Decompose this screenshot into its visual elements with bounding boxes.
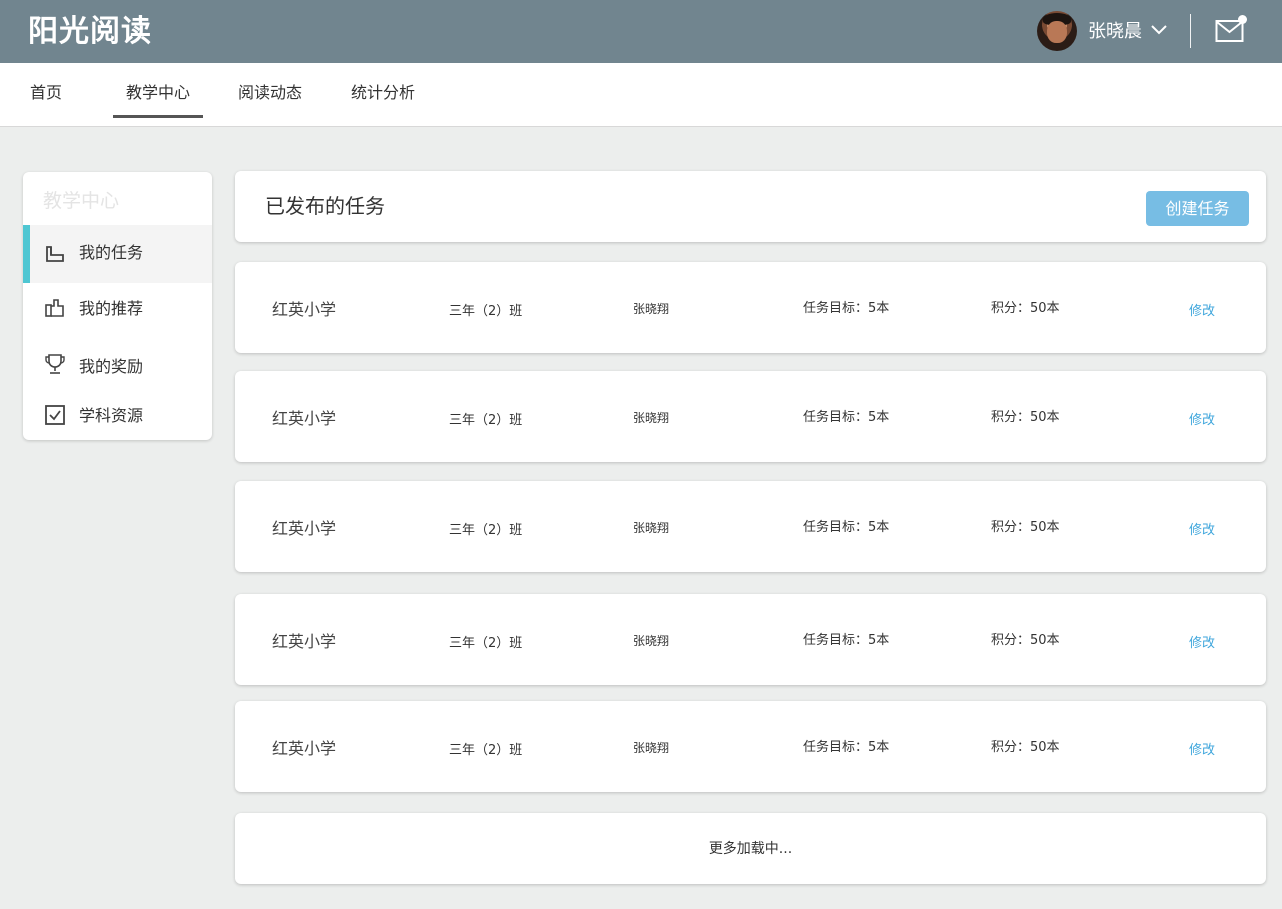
- notification-dot: [1238, 15, 1247, 24]
- create-task-button[interactable]: 创建任务: [1146, 191, 1249, 226]
- task-target: 任务目标：5本: [803, 633, 890, 648]
- edit-task-link[interactable]: 修改: [1189, 411, 1215, 431]
- load-more-text: 更多加载中...: [708, 841, 793, 857]
- task-teacher: 张晓翔: [633, 634, 670, 648]
- sidebar-title: 教学中心: [43, 190, 120, 212]
- task-target: 任务目标：5本: [803, 410, 890, 425]
- sidebar-item-label: 我的奖励: [79, 357, 144, 376]
- checkbox-icon: [45, 405, 65, 425]
- sidebar-item-label: 我的推荐: [79, 299, 144, 318]
- load-more-panel[interactable]: 更多加载中...: [235, 813, 1266, 884]
- task-school: 红英小学: [272, 300, 337, 319]
- user-name[interactable]: 张晓晨: [1088, 20, 1142, 44]
- edit-task-link[interactable]: 修改: [1189, 302, 1215, 322]
- task-class: 三年（2）班: [449, 304, 523, 319]
- nav-statistics[interactable]: 统计分析: [351, 81, 415, 105]
- task-points: 积分：50本: [991, 301, 1060, 316]
- task-class: 三年（2）班: [449, 636, 523, 651]
- thumbs-up-icon: [45, 299, 64, 317]
- app-logo[interactable]: 阳光阅读: [28, 12, 152, 52]
- nav-active-indicator: [113, 115, 203, 118]
- sidebar-item-label: 学科资源: [79, 406, 144, 425]
- trophy-icon: [45, 354, 65, 374]
- sidebar-item-my-tasks[interactable]: 我的任务: [23, 225, 212, 283]
- chevron-down-icon[interactable]: [1150, 24, 1168, 36]
- edit-task-link[interactable]: 修改: [1189, 521, 1215, 541]
- nav-home[interactable]: 首页: [30, 81, 62, 105]
- user-avatar[interactable]: [1037, 11, 1077, 51]
- page-title: 已发布的任务: [265, 194, 385, 218]
- task-teacher: 张晓翔: [633, 411, 670, 425]
- task-class: 三年（2）班: [449, 523, 523, 538]
- task-row: 红英小学 三年（2）班 张晓翔 任务目标：5本 积分：50本 修改: [235, 262, 1266, 353]
- task-class: 三年（2）班: [449, 413, 523, 428]
- task-school: 红英小学: [272, 632, 337, 651]
- task-class: 三年（2）班: [449, 743, 523, 758]
- task-row: 红英小学 三年（2）班 张晓翔 任务目标：5本 积分：50本 修改: [235, 371, 1266, 462]
- task-school: 红英小学: [272, 409, 337, 428]
- edit-task-link[interactable]: 修改: [1189, 634, 1215, 654]
- task-school: 红英小学: [272, 519, 337, 538]
- task-points: 积分：50本: [991, 520, 1060, 535]
- task-school: 红英小学: [272, 739, 337, 758]
- task-teacher: 张晓翔: [633, 741, 670, 755]
- sidebar-item-my-recommendations[interactable]: 我的推荐: [23, 281, 212, 339]
- nav-reading-activity[interactable]: 阅读动态: [238, 81, 302, 105]
- task-row: 红英小学 三年（2）班 张晓翔 任务目标：5本 积分：50本 修改: [235, 481, 1266, 572]
- task-points: 积分：50本: [991, 740, 1060, 755]
- sidebar-item-my-rewards[interactable]: 我的奖励: [23, 339, 212, 397]
- task-target: 任务目标：5本: [803, 301, 890, 316]
- nav-teaching-center[interactable]: 教学中心: [126, 81, 190, 105]
- task-target: 任务目标：5本: [803, 520, 890, 535]
- task-list-header: 已发布的任务 创建任务: [235, 171, 1266, 242]
- task-target: 任务目标：5本: [803, 740, 890, 755]
- header-divider: [1190, 14, 1191, 48]
- sidebar-item-subject-resources[interactable]: 学科资源: [23, 390, 212, 440]
- task-teacher: 张晓翔: [633, 521, 670, 535]
- sidebar: 教学中心 我的任务 我的推荐 我的奖励 学科资源: [23, 172, 212, 440]
- task-teacher: 张晓翔: [633, 302, 670, 316]
- tray-icon: [46, 246, 64, 262]
- task-points: 积分：50本: [991, 410, 1060, 425]
- task-row: 红英小学 三年（2）班 张晓翔 任务目标：5本 积分：50本 修改: [235, 594, 1266, 685]
- task-points: 积分：50本: [991, 633, 1060, 648]
- task-row: 红英小学 三年（2）班 张晓翔 任务目标：5本 积分：50本 修改: [235, 701, 1266, 792]
- edit-task-link[interactable]: 修改: [1189, 741, 1215, 761]
- sidebar-item-label: 我的任务: [79, 243, 144, 262]
- main-nav: 首页 教学中心 阅读动态 统计分析: [0, 63, 1282, 127]
- top-bar: 阳光阅读 张晓晨: [0, 0, 1282, 63]
